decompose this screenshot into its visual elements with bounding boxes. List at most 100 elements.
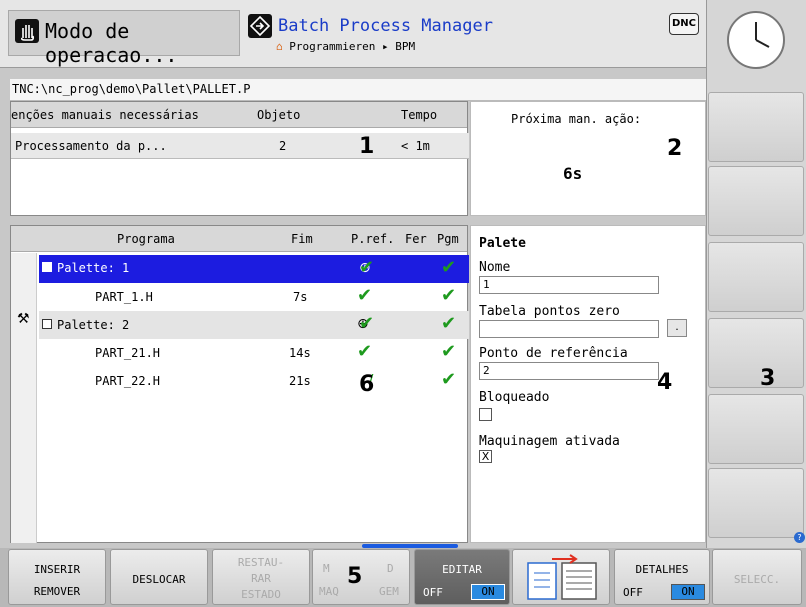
softkey-label: GEM	[379, 585, 399, 598]
check-icon: ✔	[441, 341, 457, 362]
check-icon: ✔	[357, 285, 373, 306]
callout-6: 6	[359, 372, 375, 397]
row-gutter	[11, 253, 37, 543]
restore-state-softkey: RESTAU- RAR ESTADO	[212, 549, 310, 605]
edit-toggle-softkey[interactable]: EDITAR OFF ON	[414, 549, 510, 605]
manual-actions-table: enções manuais necessárias Objeto Tempo …	[10, 101, 469, 216]
softkey-label: INSERIR	[33, 563, 81, 576]
machining-mode-softkey: M D MAQ GEM 5	[312, 549, 410, 605]
action-time: < 1m	[401, 139, 430, 153]
toggle-off-label: OFF	[623, 586, 643, 599]
panel-title: Palete	[479, 236, 526, 251]
table-row-part-22[interactable]: PART_22.H 21s	[39, 367, 469, 395]
check-icon: ✔	[357, 341, 373, 362]
program-name: PART_1.H	[95, 290, 153, 304]
column-header-end: Fim	[291, 232, 313, 246]
table-row-part-1[interactable]: PART_1.H 7s	[39, 283, 469, 311]
softkey-label: ESTADO	[241, 588, 281, 601]
table-row-palette-2[interactable]: Palette: 2 ⊕	[39, 311, 469, 339]
next-action-label: Próxima man. ação:	[511, 112, 642, 126]
breadcrumb-text: Programmieren ▸ BPM	[289, 40, 416, 53]
column-header-object: Objeto	[257, 108, 301, 122]
layout-icon	[527, 554, 597, 600]
column-header-time: Tempo	[401, 108, 438, 122]
table-row[interactable]: Processamento da p... 2 < 1m	[11, 133, 469, 159]
home-icon: ⌂	[276, 40, 283, 53]
column-header-tool: Fer	[405, 232, 427, 246]
machining-label: Maquinagem ativada	[479, 434, 620, 449]
name-field[interactable]: 1	[479, 276, 659, 294]
check-icon: ✔	[441, 369, 457, 390]
softkey-label: RAR	[251, 572, 271, 585]
next-action-value: 6s	[563, 164, 583, 183]
view-layout-softkey[interactable]	[512, 549, 610, 605]
column-header-ref: P.ref.	[351, 232, 395, 246]
softkey-label: MAQ	[319, 585, 339, 598]
details-toggle-softkey[interactable]: DETALHES OFF ON	[614, 549, 710, 605]
action-object: 2	[279, 139, 287, 153]
name-label: Nome	[479, 260, 511, 275]
callout-2: 2	[667, 136, 683, 161]
program-end: 21s	[289, 374, 311, 388]
vertical-softkey-2[interactable]	[708, 166, 804, 236]
softkey-label: REMOVER	[33, 585, 81, 598]
vertical-softkey-6[interactable]	[708, 468, 804, 538]
vertical-softkey-3[interactable]	[708, 242, 804, 312]
table-header: enções manuais necessárias Objeto Tempo	[11, 102, 467, 128]
palette-details-panel: Palete Nome 1 Tabela pontos zero . Ponto…	[470, 225, 706, 543]
softkey-label: M	[323, 562, 330, 575]
column-header-program: Programa	[117, 232, 175, 246]
softkey-label: D	[387, 562, 394, 575]
column-header-pgm: Pgm	[437, 232, 459, 246]
next-manual-action-panel: Próxima man. ação: 6s 2	[470, 101, 706, 216]
softkey-label: SELECC.	[733, 573, 781, 586]
table-row-palette-1[interactable]: Palette: 1 ⊕	[39, 255, 469, 283]
softkey-label: EDITAR	[442, 563, 482, 576]
action-name: Processamento da p...	[15, 139, 167, 153]
current-position-icon: ⚒	[17, 311, 30, 327]
check-icon: ✔	[359, 257, 375, 278]
softkey-label: DESLOCAR	[132, 573, 186, 586]
toggle-on-label: ON	[471, 584, 505, 600]
zero-table-label: Tabela pontos zero	[479, 304, 620, 319]
table-row-part-21[interactable]: PART_21.H 14s	[39, 339, 469, 367]
collapse-icon[interactable]	[42, 319, 52, 329]
dnc-badge: DNC	[669, 13, 699, 35]
palette-name: Palette: 1	[57, 261, 130, 275]
toggle-off-label: OFF	[423, 586, 443, 599]
program-end: 14s	[289, 346, 311, 360]
locked-label: Bloqueado	[479, 390, 550, 405]
table-header: Programa Fim P.ref. Fer Pgm	[11, 226, 467, 252]
callout-1: 1	[359, 134, 375, 159]
softkey-label: DETALHES	[635, 563, 689, 576]
info-icon[interactable]: ?	[794, 532, 805, 543]
breadcrumb: ⌂ Programmieren ▸ BPM	[276, 40, 415, 53]
operation-mode-tab[interactable]: Modo de operacao...	[8, 10, 240, 67]
softkey-label: RESTAU-	[237, 556, 285, 569]
locked-checkbox[interactable]	[479, 408, 492, 421]
callout-3: 3	[760, 366, 776, 391]
hand-icon	[15, 19, 39, 43]
ref-point-field[interactable]: 2	[479, 362, 659, 380]
move-softkey[interactable]: DESLOCAR	[110, 549, 208, 605]
program-end: 7s	[293, 290, 308, 304]
callout-5: 5	[347, 564, 363, 589]
program-name: PART_21.H	[95, 346, 161, 360]
vertical-softkey-1[interactable]	[708, 92, 804, 162]
file-path: TNC:\nc_prog\demo\Pallet\PALLET.P	[10, 79, 706, 101]
check-icon: ✔	[441, 257, 457, 278]
program-mode-icon	[248, 14, 272, 38]
machining-checkbox[interactable]: X	[479, 450, 492, 463]
vertical-softkey-5[interactable]	[708, 394, 804, 464]
zero-table-field[interactable]	[479, 320, 659, 338]
program-name: PART_22.H	[95, 374, 161, 388]
collapse-icon[interactable]	[42, 262, 52, 272]
program-tree-table: Programa Fim P.ref. Fer Pgm ⚒ Palette: 1…	[10, 225, 469, 543]
vertical-softkey-4[interactable]	[708, 318, 804, 388]
ref-point-label: Ponto de referência	[479, 346, 628, 361]
browse-button[interactable]: .	[667, 319, 687, 337]
insert-remove-softkey[interactable]: INSERIR REMOVER	[8, 549, 106, 605]
column-header-actions: enções manuais necessárias	[11, 108, 199, 122]
operation-mode-label: Modo de operacao...	[45, 19, 178, 67]
check-icon: ✔	[441, 285, 457, 306]
